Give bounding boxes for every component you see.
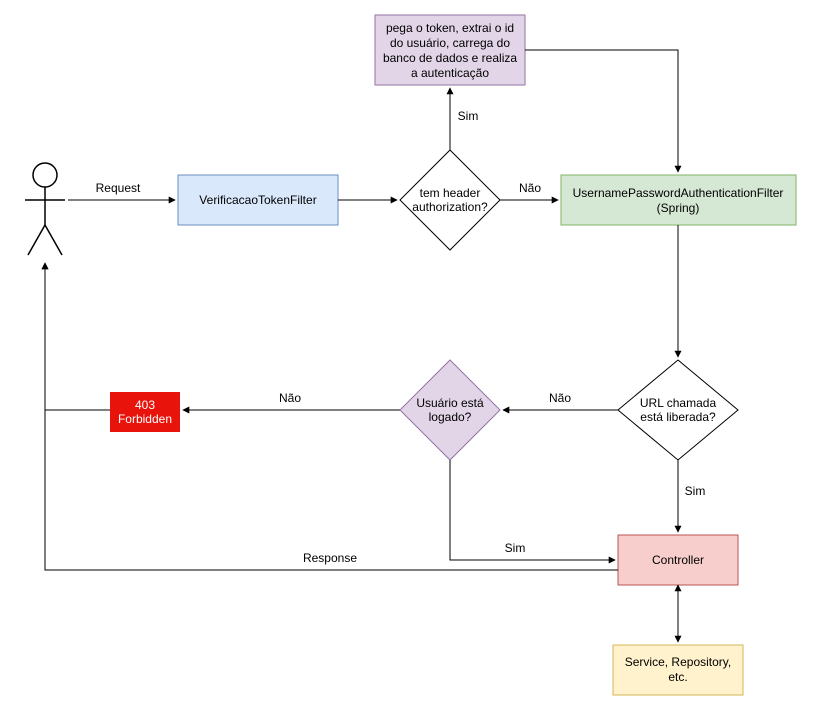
decision-url-l2: está liberada?	[640, 410, 716, 424]
flowchart-canvas: Request VerificacaoTokenFilter tem heade…	[0, 0, 813, 724]
edge-tokenprocess-spring	[525, 50, 678, 172]
actor-icon	[25, 163, 65, 255]
spring-filter-l1: UsernamePasswordAuthenticationFilter	[573, 186, 784, 200]
decision-logged-l2: logado?	[429, 410, 472, 424]
forbidden-l1: 403	[135, 398, 155, 412]
edge-forbidden-actor	[45, 263, 110, 410]
token-process-l4: a autenticação	[411, 66, 489, 80]
node-spring-filter	[561, 175, 796, 225]
label-header-yes: Sim	[458, 109, 479, 123]
label-header-no: Não	[519, 181, 541, 195]
forbidden-l2: Forbidden	[118, 412, 172, 426]
service-l1: Service, Repository,	[625, 655, 731, 669]
label-url-no: Não	[549, 391, 571, 405]
token-filter-label: VerificacaoTokenFilter	[199, 193, 316, 207]
controller-label: Controller	[652, 553, 704, 567]
spring-filter-l2: (Spring)	[657, 201, 700, 215]
token-process-l3: banco de dados e realiza	[383, 51, 517, 65]
decision-url-l1: URL chamada	[640, 396, 717, 410]
label-url-yes: Sim	[685, 484, 706, 498]
decision-header-label2: authorization?	[412, 200, 488, 214]
label-logged-yes: Sim	[505, 541, 526, 555]
decision-header-label1: tem header	[420, 186, 481, 200]
label-logged-no: Não	[279, 391, 301, 405]
label-response: Response	[303, 551, 357, 565]
label-request: Request	[96, 181, 141, 195]
decision-logged-l1: Usuário está	[416, 396, 484, 410]
service-l2: etc.	[668, 670, 687, 684]
edge-logged-yes	[450, 460, 615, 560]
token-process-l1: pega o token, extrai o id	[386, 21, 514, 35]
token-process-l2: do usuário, carrega do	[390, 36, 510, 50]
